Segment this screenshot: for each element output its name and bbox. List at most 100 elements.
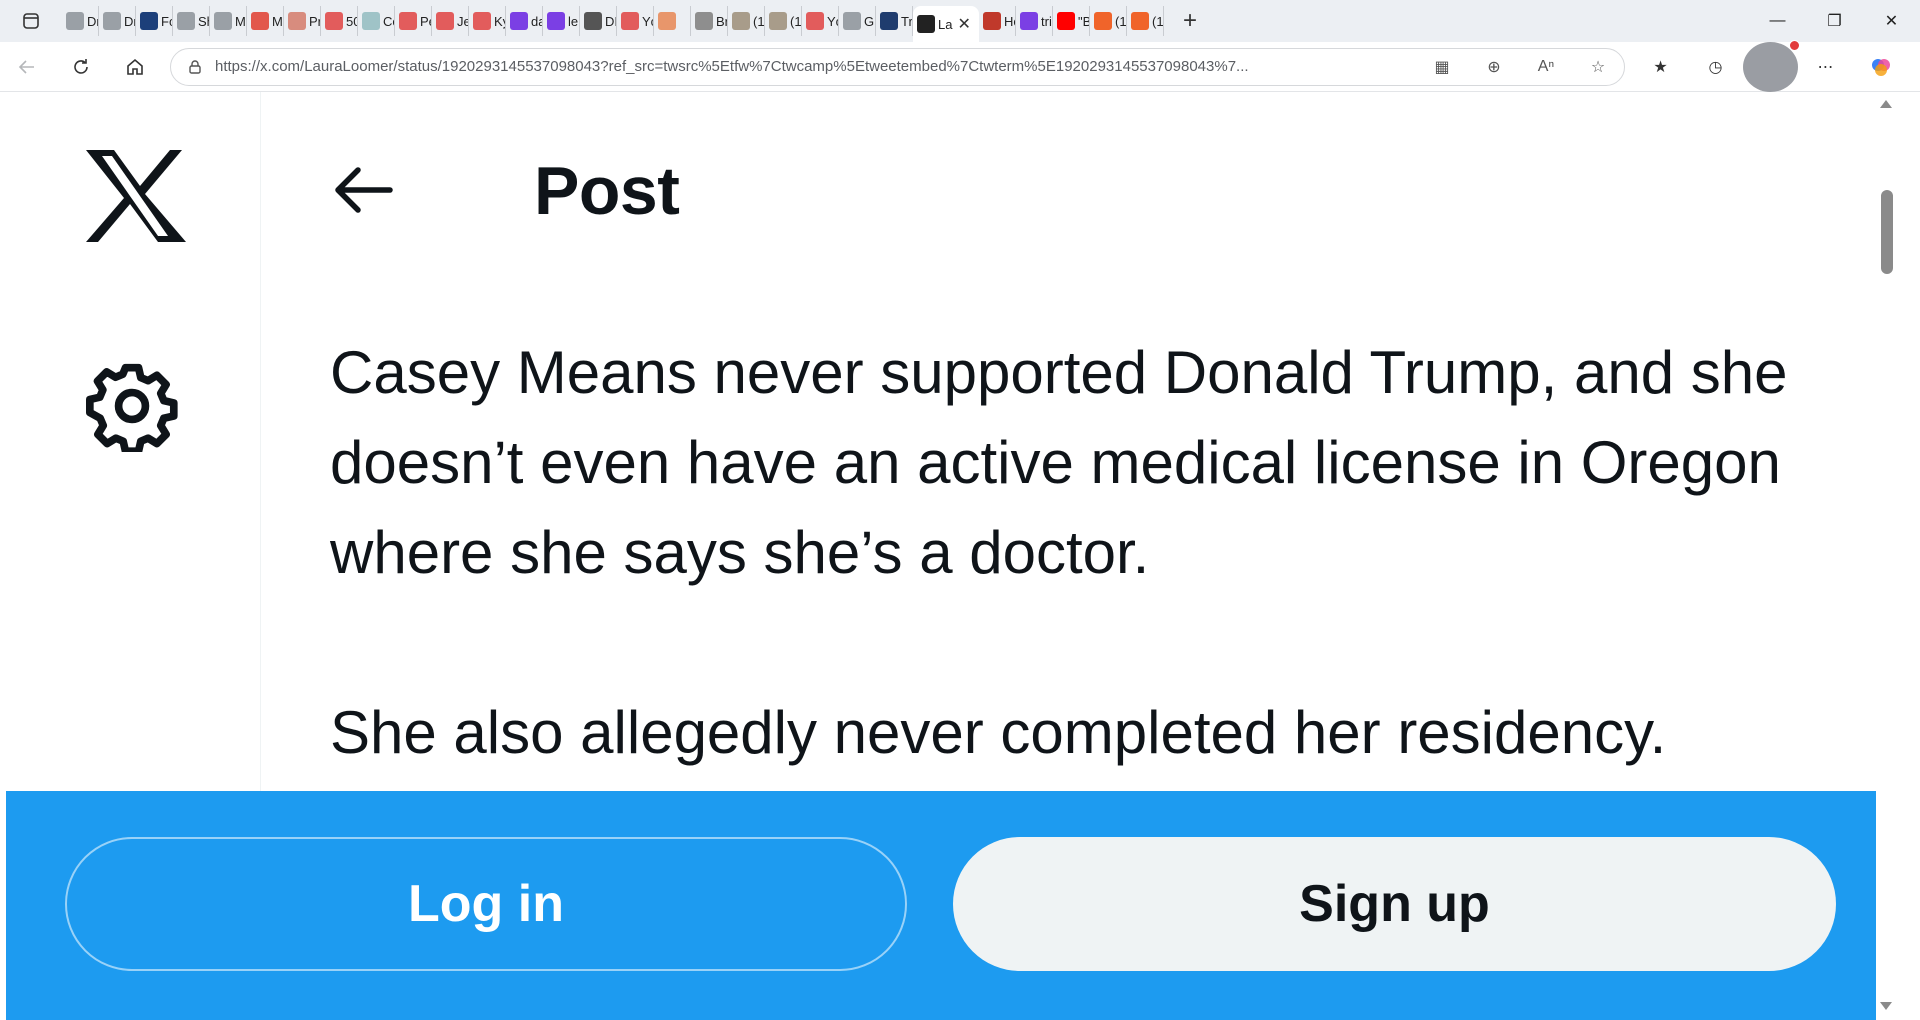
tab-label: (1 [1115, 13, 1127, 29]
history-icon: ◷ [1708, 58, 1723, 76]
tab-label: le [568, 13, 579, 29]
browser-right-tools: ★ ◷ ⋯ [1633, 39, 1908, 92]
tab-active[interactable]: La ✕ [913, 6, 979, 42]
new-tab-button[interactable]: + [1170, 6, 1210, 36]
tab[interactable]: "B [1053, 6, 1090, 36]
history-button[interactable]: ◷ [1688, 42, 1743, 92]
close-window-button[interactable]: ✕ [1863, 0, 1920, 42]
scroll-up-icon[interactable] [1880, 100, 1892, 108]
tab[interactable]: Dr [99, 6, 136, 36]
zoom-button[interactable]: ⊕ [1468, 49, 1520, 85]
tab-label: Tr [901, 13, 913, 29]
window-controls: — ❐ ✕ [1749, 0, 1920, 42]
back-button[interactable] [0, 42, 54, 92]
signup-button[interactable]: Sign up [953, 837, 1836, 971]
tab[interactable] [654, 6, 691, 36]
photo-icon [769, 12, 787, 30]
scroll-thumb[interactable] [1881, 190, 1893, 274]
tab-label: Pe [420, 13, 431, 29]
yahoo-icon [510, 12, 528, 30]
site-info-icon[interactable] [187, 59, 203, 75]
yahoo-icon [1020, 12, 1038, 30]
restore-button[interactable]: ❐ [1806, 0, 1863, 42]
refresh-button[interactable] [54, 42, 108, 92]
post-back-button[interactable] [330, 164, 396, 216]
bookmark-icon [1094, 12, 1112, 30]
tab[interactable]: Br [691, 6, 728, 36]
post-header: Post [262, 92, 1898, 280]
address-bar[interactable]: https://x.com/LauraLoomer/status/1920293… [170, 47, 1625, 86]
r-logo-icon [251, 12, 269, 30]
back-icon [18, 59, 34, 74]
copilot-button[interactable] [1853, 42, 1908, 92]
vertical-scrollbar[interactable] [1876, 92, 1898, 1020]
tab[interactable]: Pe [395, 6, 432, 36]
x-logo-link[interactable] [82, 148, 186, 244]
tab[interactable]: Je [432, 6, 469, 36]
tab[interactable]: le [543, 6, 580, 36]
photo-icon [695, 12, 713, 30]
google-icon [843, 12, 861, 30]
home-button[interactable] [108, 42, 162, 92]
tab[interactable]: Sh [173, 6, 210, 36]
tab-label: "B [1078, 13, 1090, 29]
tab[interactable]: (1 [1090, 6, 1127, 36]
tab-label: (1 [753, 13, 765, 29]
read-aloud-button[interactable]: Aⁿ [1520, 49, 1572, 85]
tab[interactable]: Ky [469, 6, 506, 36]
video-icon [399, 12, 417, 30]
heart-icon [362, 12, 380, 30]
close-icon: ✕ [1884, 13, 1899, 30]
tab[interactable]: Dr [62, 6, 99, 36]
minimize-button[interactable]: — [1749, 0, 1806, 42]
tab[interactable]: (1 [765, 6, 802, 36]
favorites-button[interactable]: ★ [1633, 42, 1688, 92]
tab[interactable]: (1 [728, 6, 765, 36]
gear-icon [86, 363, 178, 456]
settings-link[interactable] [86, 360, 178, 456]
b-logo-icon [658, 12, 676, 30]
tab[interactable]: Pr [284, 6, 321, 36]
favorites-list-icon: ★ [1653, 58, 1668, 76]
scroll-down-icon[interactable] [1880, 1002, 1892, 1010]
newspaper-icon [288, 12, 306, 30]
tab-actions-button[interactable] [0, 0, 62, 42]
profile-button[interactable] [1743, 39, 1800, 92]
tab[interactable]: 50 [321, 6, 358, 36]
tab[interactable]: Tr [876, 6, 913, 36]
dr-logo-icon [584, 12, 602, 30]
tab[interactable]: Fo [136, 6, 173, 36]
tab-label: Pr [309, 13, 321, 29]
tab-actions-icon [23, 13, 39, 29]
copilot-icon [1871, 58, 1890, 76]
tab[interactable]: Gr [839, 6, 876, 36]
address-bar-actions: ▦ ⊕ Aⁿ ☆ [1416, 49, 1624, 85]
video-icon [325, 12, 343, 30]
bird-icon [983, 12, 1001, 30]
tab-list: Dr Dr Fo Sh M M Pr 50 Cc Pe Je Ky da le DI Yc Br (1 (1 Yc Gr… [62, 0, 1164, 42]
tab-label: Br [716, 13, 728, 29]
tweet-paragraph: Casey Means never supported Donald Trump… [330, 339, 1788, 586]
favorite-button[interactable]: ☆ [1572, 49, 1624, 85]
tab-label: La [938, 16, 953, 32]
tweet-text: Casey Means never supported Donald Trump… [330, 328, 1830, 778]
tab-close-icon[interactable]: ✕ [957, 14, 970, 34]
more-menu-button[interactable]: ⋯ [1798, 42, 1853, 92]
tab[interactable]: DI [580, 6, 617, 36]
arrow-left-icon [335, 167, 393, 213]
url-text[interactable]: https://x.com/LauraLoomer/status/1920293… [215, 58, 1385, 75]
tab-label: DI [605, 13, 617, 29]
x-icon [917, 15, 935, 33]
tab[interactable]: Hc [979, 6, 1016, 36]
app-available-button[interactable]: ▦ [1416, 49, 1468, 85]
tab[interactable]: da [506, 6, 543, 36]
tab[interactable]: tri [1016, 6, 1053, 36]
tab[interactable]: (1 [1127, 6, 1164, 36]
tab[interactable]: Yc [802, 6, 839, 36]
tab[interactable]: Yc [617, 6, 654, 36]
browser-toolbar: https://x.com/LauraLoomer/status/1920293… [0, 39, 1920, 92]
tab[interactable]: M [210, 6, 247, 36]
tab[interactable]: Cc [358, 6, 395, 36]
login-button[interactable]: Log in [65, 837, 907, 971]
tab[interactable]: M [247, 6, 284, 36]
